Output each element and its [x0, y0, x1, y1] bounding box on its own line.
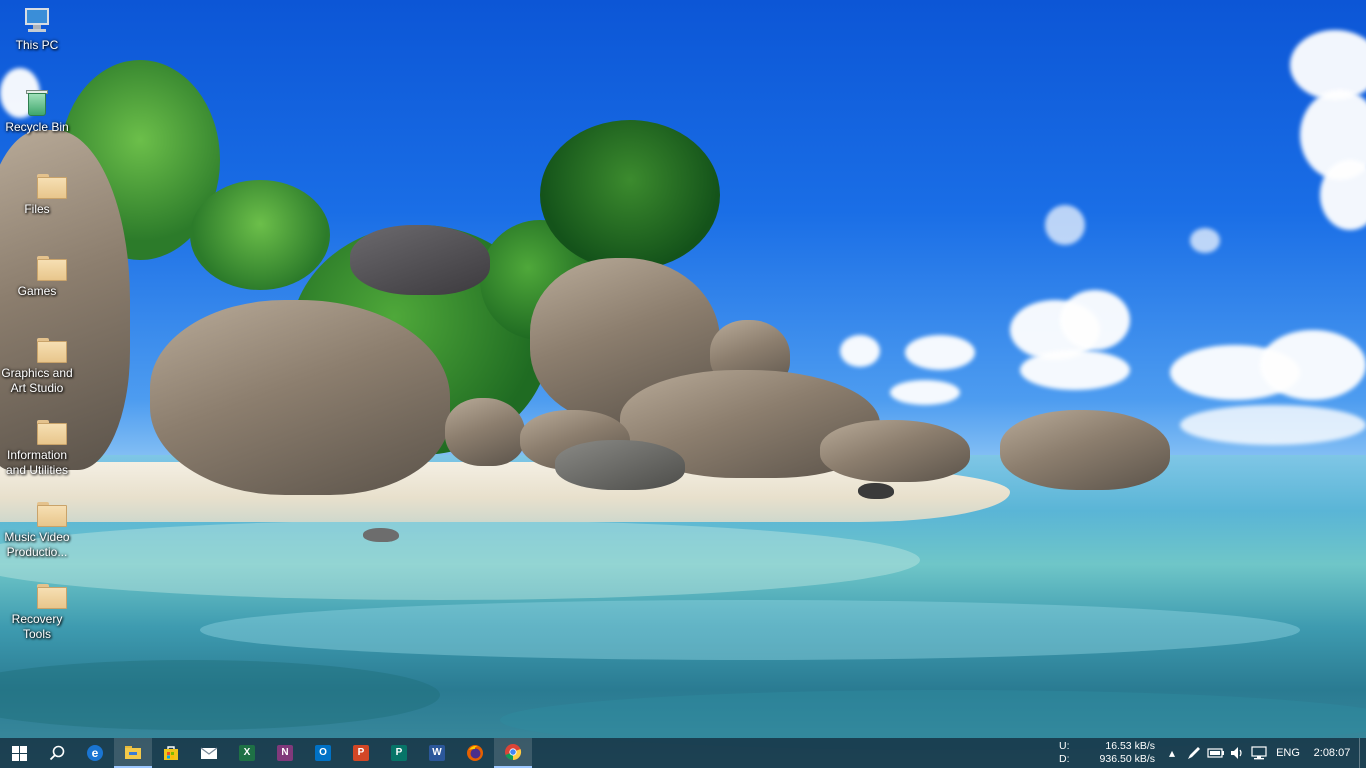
pen-icon — [1188, 747, 1200, 759]
chevron-up-icon: ▴ — [1168, 746, 1176, 760]
powerpoint-icon: P — [353, 745, 369, 761]
store-icon — [164, 746, 178, 760]
recycle-bin-icon — [22, 88, 52, 118]
computer-icon — [22, 6, 52, 36]
taskbar-app-chrome[interactable] — [494, 738, 532, 768]
download-label: D: — [1059, 753, 1070, 765]
desktop-icon-label: This PC — [15, 38, 59, 52]
taskbar-app-excel[interactable]: X — [228, 738, 266, 768]
desktop-icon-label: Recycle Bin — [5, 120, 69, 134]
desktop-icon-files[interactable]: Files — [0, 170, 74, 217]
network-button[interactable] — [1249, 738, 1271, 768]
folder-icon — [22, 498, 67, 528]
battery-button[interactable] — [1205, 738, 1227, 768]
taskbar-app-powerpoint[interactable]: P — [342, 738, 380, 768]
show-hidden-icons-button[interactable]: ▴ — [1161, 738, 1183, 768]
desktop-wallpaper — [0, 0, 1366, 768]
search-icon — [49, 745, 65, 761]
taskbar-app-mail[interactable] — [190, 738, 228, 768]
folder-icon — [22, 334, 67, 364]
search-button[interactable] — [38, 738, 76, 768]
network-icon — [1251, 746, 1267, 760]
file-explorer-icon — [125, 746, 141, 759]
onenote-icon: N — [277, 745, 293, 761]
desktop-icon-label: Recovery Tools — [11, 612, 63, 641]
desktop-icon-information-and-utilities[interactable]: Information and Utilities — [0, 416, 74, 478]
taskbar-app-file-explorer[interactable] — [114, 738, 152, 768]
folder-icon — [22, 252, 67, 282]
taskbar-app-edge[interactable]: e — [76, 738, 114, 768]
upload-label: U: — [1059, 740, 1070, 752]
desktop-icon-games[interactable]: Games — [0, 252, 74, 299]
upload-speed: 16.53 kB/s — [1105, 740, 1155, 752]
desktop-icon-this-pc[interactable]: This PC — [0, 6, 74, 53]
outlook-icon: O — [315, 745, 331, 761]
excel-icon: X — [239, 745, 255, 761]
clock[interactable]: 2:08:07 — [1305, 747, 1359, 759]
taskbar-app-firefox[interactable] — [456, 738, 494, 768]
desktop-icon-recovery-tools[interactable]: Recovery Tools — [0, 580, 74, 642]
input-language-indicator[interactable]: ENG — [1271, 747, 1305, 759]
word-icon: W — [429, 745, 445, 761]
desktop-icon-label: Information and Utilities — [5, 448, 69, 477]
desktop-icon-graphics-and-art-studio[interactable]: Graphics and Art Studio — [0, 334, 74, 396]
start-button[interactable] — [0, 738, 38, 768]
taskbar-app-onenote[interactable]: N — [266, 738, 304, 768]
tray-pen-button[interactable] — [1183, 738, 1205, 768]
desktop-icon-label: Files — [24, 202, 50, 216]
edge-icon: e — [87, 745, 103, 761]
system-tray: U: 16.53 kB/s D: 936.50 kB/s ▴ ENG 2:08:… — [1059, 738, 1366, 768]
taskbar-app-store[interactable] — [152, 738, 190, 768]
desktop-icon-music-video-production[interactable]: Music Video Productio... — [0, 498, 74, 560]
taskbar-app-outlook[interactable]: O — [304, 738, 342, 768]
download-speed: 936.50 kB/s — [1099, 753, 1155, 765]
chrome-icon — [505, 744, 522, 761]
svg-text:e: e — [92, 746, 99, 760]
windows-start-icon — [11, 745, 27, 761]
show-desktop-button[interactable] — [1359, 738, 1366, 768]
desktop-icon-recycle-bin[interactable]: Recycle Bin — [0, 88, 74, 135]
taskbar: e X N O P P W U: 16.53 kB/s D: 936.50 kB… — [0, 738, 1366, 768]
folder-icon — [22, 580, 67, 610]
battery-icon — [1207, 748, 1224, 758]
volume-button[interactable] — [1227, 738, 1249, 768]
desktop-icon-label: Games — [17, 284, 57, 298]
speaker-icon — [1231, 747, 1242, 759]
network-speed-meter: U: 16.53 kB/s D: 936.50 kB/s — [1059, 738, 1155, 768]
desktop-icon-label: Graphics and Art Studio — [1, 366, 73, 395]
folder-icon — [22, 170, 67, 200]
desktop-icon-label: Music Video Productio... — [4, 530, 70, 559]
mail-icon — [200, 747, 218, 759]
publisher-icon: P — [391, 745, 407, 761]
taskbar-app-publisher[interactable]: P — [380, 738, 418, 768]
firefox-icon — [467, 745, 483, 761]
folder-icon — [22, 416, 67, 446]
taskbar-app-word[interactable]: W — [418, 738, 456, 768]
